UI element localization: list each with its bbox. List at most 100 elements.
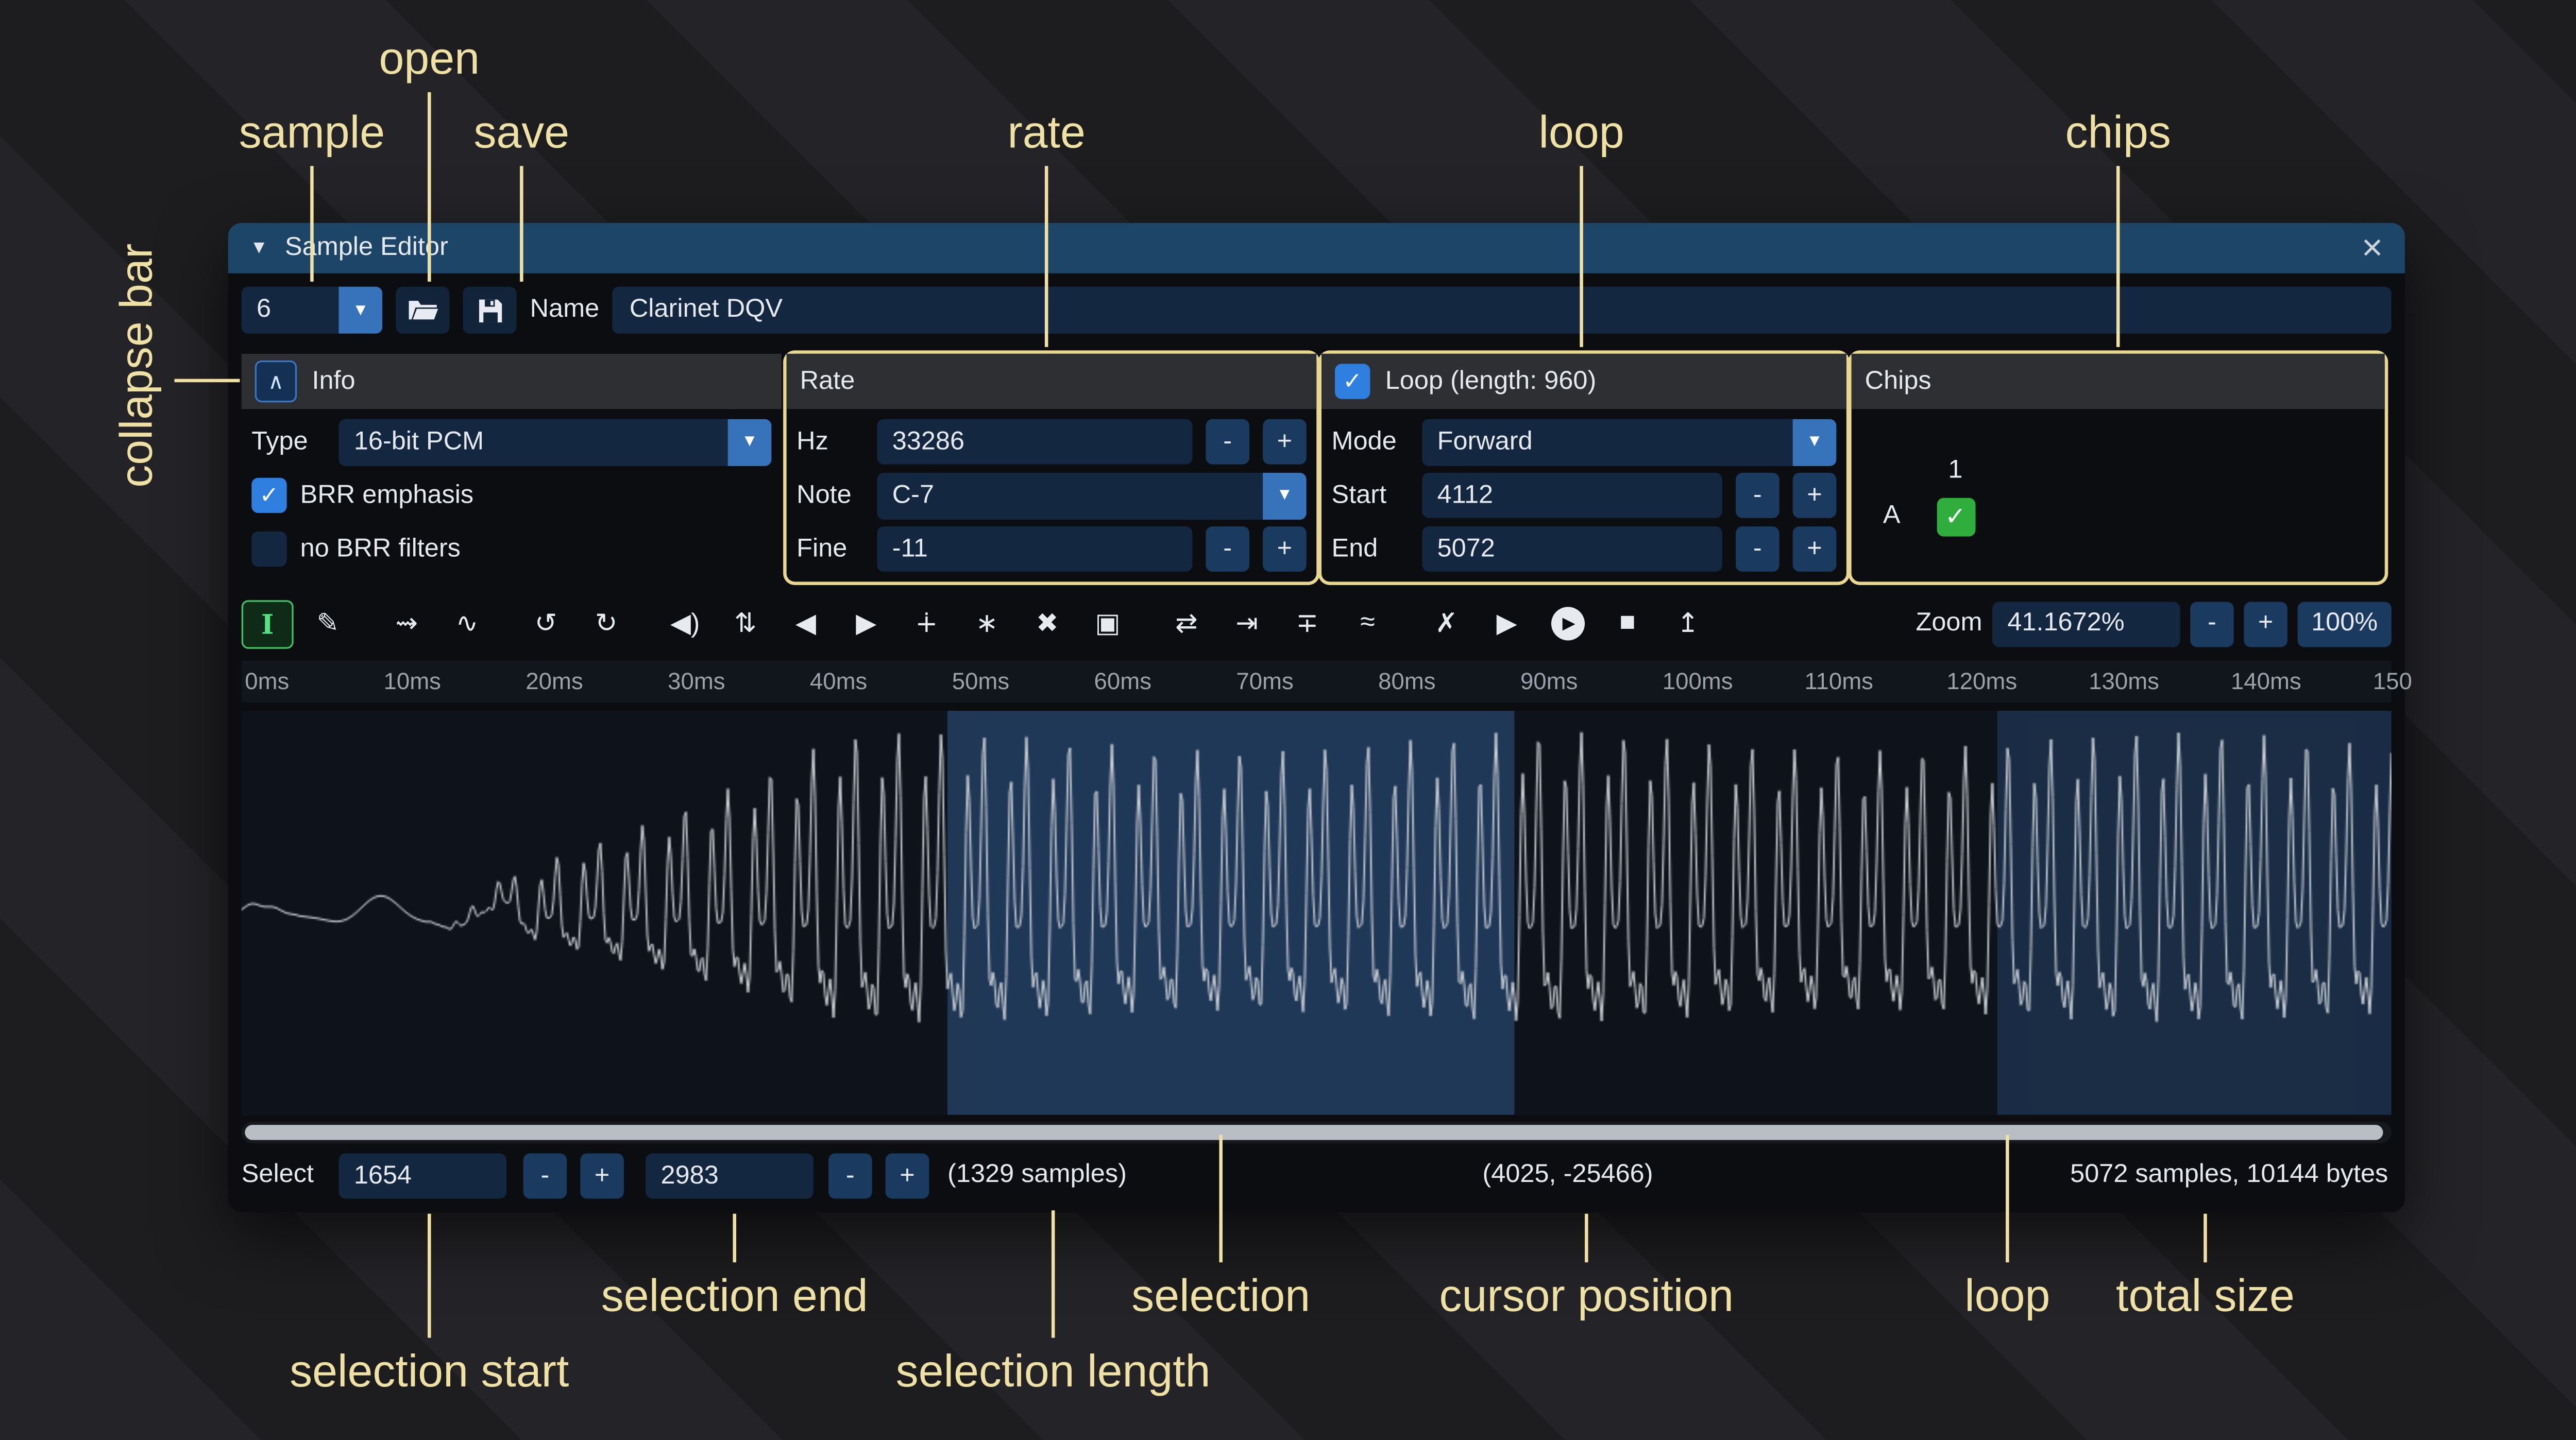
selection-start-input[interactable]: 1654	[339, 1154, 507, 1199]
edit-mode-icon: I	[261, 608, 274, 640]
loop-start-increase-button[interactable]: +	[1793, 473, 1837, 518]
loop-start-decrease-button[interactable]: -	[1736, 473, 1780, 518]
insert-silence-button[interactable]: ∔	[901, 599, 953, 648]
zoom-in-button[interactable]: +	[2244, 601, 2287, 646]
annotation-line	[175, 379, 240, 383]
preview-loop-button[interactable]: ▶	[1541, 599, 1593, 648]
annotation-line	[1045, 166, 1048, 347]
zoom-label: Zoom	[1916, 609, 1982, 639]
selection-end-decrease-button[interactable]: -	[828, 1154, 872, 1199]
no-brr-filters-checkbox[interactable]	[251, 532, 286, 567]
time-ruler[interactable]: 0ms10ms20ms30ms40ms50ms60ms70ms80ms90ms1…	[242, 661, 2392, 702]
no-brr-filters-label: no BRR filters	[300, 534, 461, 564]
selection-end-increase-button[interactable]: +	[886, 1154, 929, 1199]
crossfade-button[interactable]: ✗	[1420, 599, 1472, 648]
loop-end-decrease-button[interactable]: -	[1736, 526, 1780, 572]
loop-end-increase-button[interactable]: +	[1793, 526, 1837, 572]
ruler-tick: 0ms	[245, 667, 289, 694]
zoom-input[interactable]: 41.1672%	[1992, 601, 2180, 646]
resize-icon: ⇝	[396, 607, 418, 640]
resize-button[interactable]: ⇝	[381, 599, 433, 648]
preview-loop-icon: ▶	[1550, 607, 1584, 640]
loop-end-input[interactable]: 5072	[1422, 526, 1722, 572]
annotation-save: save	[473, 107, 569, 159]
cursor-position-text: (4025, -25466)	[1483, 1160, 1653, 1191]
redo-button[interactable]: ↻	[580, 599, 632, 648]
fade-out-button[interactable]: ▶	[840, 599, 892, 648]
info-panel-header[interactable]: ∧ Info	[242, 354, 782, 409]
fine-input[interactable]: -11	[877, 526, 1192, 572]
hz-value: 33286	[892, 426, 964, 457]
loop-end-value: 5072	[1437, 534, 1495, 564]
apply-silence-button[interactable]: ∗	[961, 599, 1013, 648]
sign-invert-button[interactable]: ∓	[1281, 599, 1333, 648]
invert-button[interactable]: ⇥	[1221, 599, 1273, 648]
scrollbar-thumb[interactable]	[245, 1125, 2383, 1140]
fade-in-button[interactable]: ◀	[780, 599, 832, 648]
sample-type-select[interactable]: 16-bit PCM ▼	[339, 418, 772, 465]
selection-start-decrease-button[interactable]: -	[523, 1154, 567, 1199]
sample-name-input[interactable]: Clarinet DQV	[613, 287, 2391, 334]
loop-start-input[interactable]: 4112	[1422, 473, 1722, 518]
ruler-tick: 120ms	[1946, 667, 2017, 694]
select-label: Select	[242, 1160, 314, 1191]
preview-button[interactable]: ▶	[1481, 599, 1533, 648]
zoom-out-button[interactable]: -	[2190, 601, 2234, 646]
edit-mode-button[interactable]: I	[242, 599, 294, 648]
collapse-window-icon[interactable]: ▼	[250, 238, 268, 258]
open-button[interactable]	[396, 287, 449, 334]
fine-increase-button[interactable]: +	[1263, 526, 1307, 572]
sample-select[interactable]: 6 ▼	[242, 287, 382, 334]
draw-mode-button[interactable]: ✎	[302, 599, 354, 648]
ruler-tick: 40ms	[810, 667, 867, 694]
sample-toolbar: I✎⇝∿↺↻◀)⇅◀▶∔∗✖▣⇄⇥∓≈✗▶▶■↥ Zoom 41.1672% -…	[242, 595, 2392, 653]
trim-icon: ▣	[1095, 607, 1120, 640]
hz-input[interactable]: 33286	[877, 419, 1192, 465]
brr-emphasis-label: BRR emphasis	[300, 481, 473, 511]
titlebar[interactable]: ▼ Sample Editor ×	[228, 223, 2405, 273]
undo-button[interactable]: ↺	[520, 599, 572, 648]
import-button[interactable]: ↥	[1662, 599, 1714, 648]
brr-emphasis-checkbox[interactable]: ✓	[251, 478, 286, 513]
chevron-down-icon: ▼	[1793, 418, 1837, 465]
trim-button[interactable]: ▣	[1082, 599, 1134, 648]
waveform-canvas[interactable]	[242, 711, 2392, 1115]
status-bar: Select 1654 - + 2983 - + (1329 samples) …	[228, 1152, 2405, 1202]
stop-preview-button[interactable]: ■	[1602, 599, 1654, 648]
annotation-line	[1580, 166, 1583, 347]
hz-increase-button[interactable]: +	[1263, 419, 1307, 465]
fine-label: Fine	[796, 534, 863, 564]
amplify-icon: ◀)	[670, 607, 700, 640]
selection-end-input[interactable]: 2983	[646, 1154, 814, 1199]
amplify-button[interactable]: ◀)	[659, 599, 711, 648]
loop-mode-select[interactable]: Forward ▼	[1422, 418, 1836, 465]
filter-button[interactable]: ≈	[1342, 599, 1394, 648]
waveform-scrollbar[interactable]	[242, 1122, 2392, 1143]
folder-open-icon	[406, 297, 438, 323]
annotation-line	[2204, 1214, 2207, 1262]
save-button[interactable]	[463, 287, 516, 334]
chip-a-checkbox[interactable]: ✓	[1936, 497, 1975, 536]
annotation-chips: chips	[2065, 107, 2171, 159]
chevron-down-icon: ▼	[339, 287, 383, 334]
annotation-selection-end: selection end	[601, 1271, 868, 1323]
delete-button[interactable]: ✖	[1021, 599, 1073, 648]
redo-icon: ↻	[595, 607, 618, 640]
hz-decrease-button[interactable]: -	[1206, 419, 1249, 465]
resample-button[interactable]: ∿	[441, 599, 493, 648]
annotation-line	[733, 1214, 736, 1262]
close-icon[interactable]: ×	[2362, 230, 2383, 267]
reverse-button[interactable]: ⇄	[1161, 599, 1213, 648]
zoom-reset-button[interactable]: 100%	[2297, 601, 2391, 646]
annotation-selection-length: selection length	[896, 1346, 1211, 1398]
fine-decrease-button[interactable]: -	[1206, 526, 1249, 572]
collapse-bar-icon[interactable]: ∧	[255, 361, 297, 402]
loop-enabled-checkbox[interactable]: ✓	[1335, 364, 1370, 399]
selection-start-increase-button[interactable]: +	[580, 1154, 624, 1199]
note-select[interactable]: C-7 ▼	[877, 472, 1306, 519]
ruler-tick: 110ms	[1805, 667, 1873, 694]
window-title: Sample Editor	[285, 233, 448, 263]
normalize-button[interactable]: ⇅	[719, 599, 771, 648]
info-panel-title: Info	[312, 366, 355, 397]
annotation-line	[310, 166, 314, 282]
